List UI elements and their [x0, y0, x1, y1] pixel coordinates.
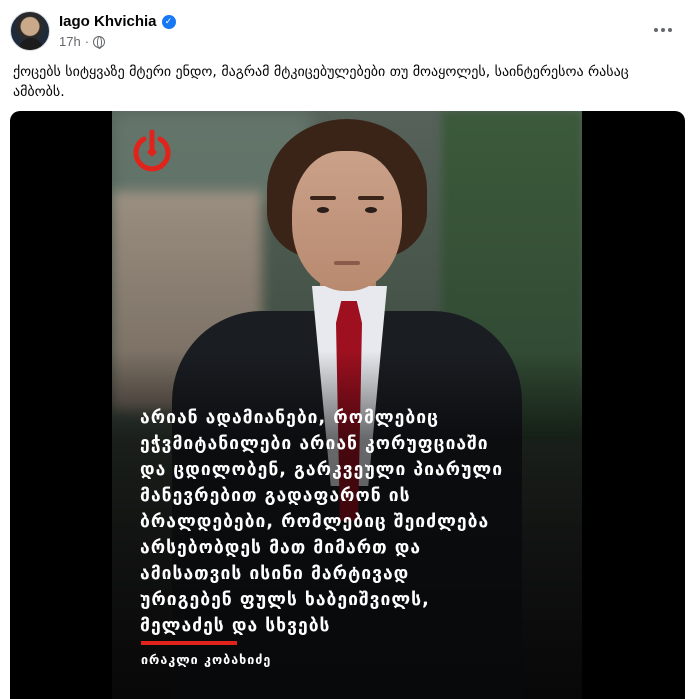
quote-text: არიან ადამიანები, რომლებიც ეჭვმიტანილები…: [140, 408, 504, 636]
verified-badge-icon: ✓: [161, 14, 176, 29]
post-image[interactable]: არიან ადამიანები, რომლებიც ეჭვმიტანილები…: [10, 111, 685, 699]
right-eye: [365, 207, 377, 213]
left-brow: [310, 196, 336, 200]
right-brow: [358, 196, 384, 200]
attribution-accent-bar: [141, 641, 237, 645]
public-globe-icon[interactable]: [93, 35, 106, 49]
left-eye: [317, 207, 329, 213]
power-logo-icon: [133, 129, 171, 172]
mouth: [334, 261, 360, 265]
post-caption: ქოცებს სიტყვაზე მტერი ენდო, მაგრამ მტკიც…: [13, 64, 629, 100]
more-options-button[interactable]: [648, 18, 678, 42]
meta-separator: ·: [84, 34, 90, 49]
dot-icon: [661, 28, 665, 32]
face: [292, 151, 402, 291]
post-meta: 17h ·: [59, 34, 106, 49]
author-name[interactable]: Iago Khvichia: [59, 13, 157, 30]
author-line: Iago Khvichia ✓: [59, 13, 176, 30]
author-avatar[interactable]: [10, 11, 50, 51]
post-header: Iago Khvichia ✓ 17h ·: [8, 8, 686, 54]
dot-icon: [668, 28, 672, 32]
quote-attribution: ირაკლი კობახიძე: [141, 652, 272, 667]
dot-icon: [654, 28, 658, 32]
post-timestamp[interactable]: 17h: [59, 34, 81, 49]
